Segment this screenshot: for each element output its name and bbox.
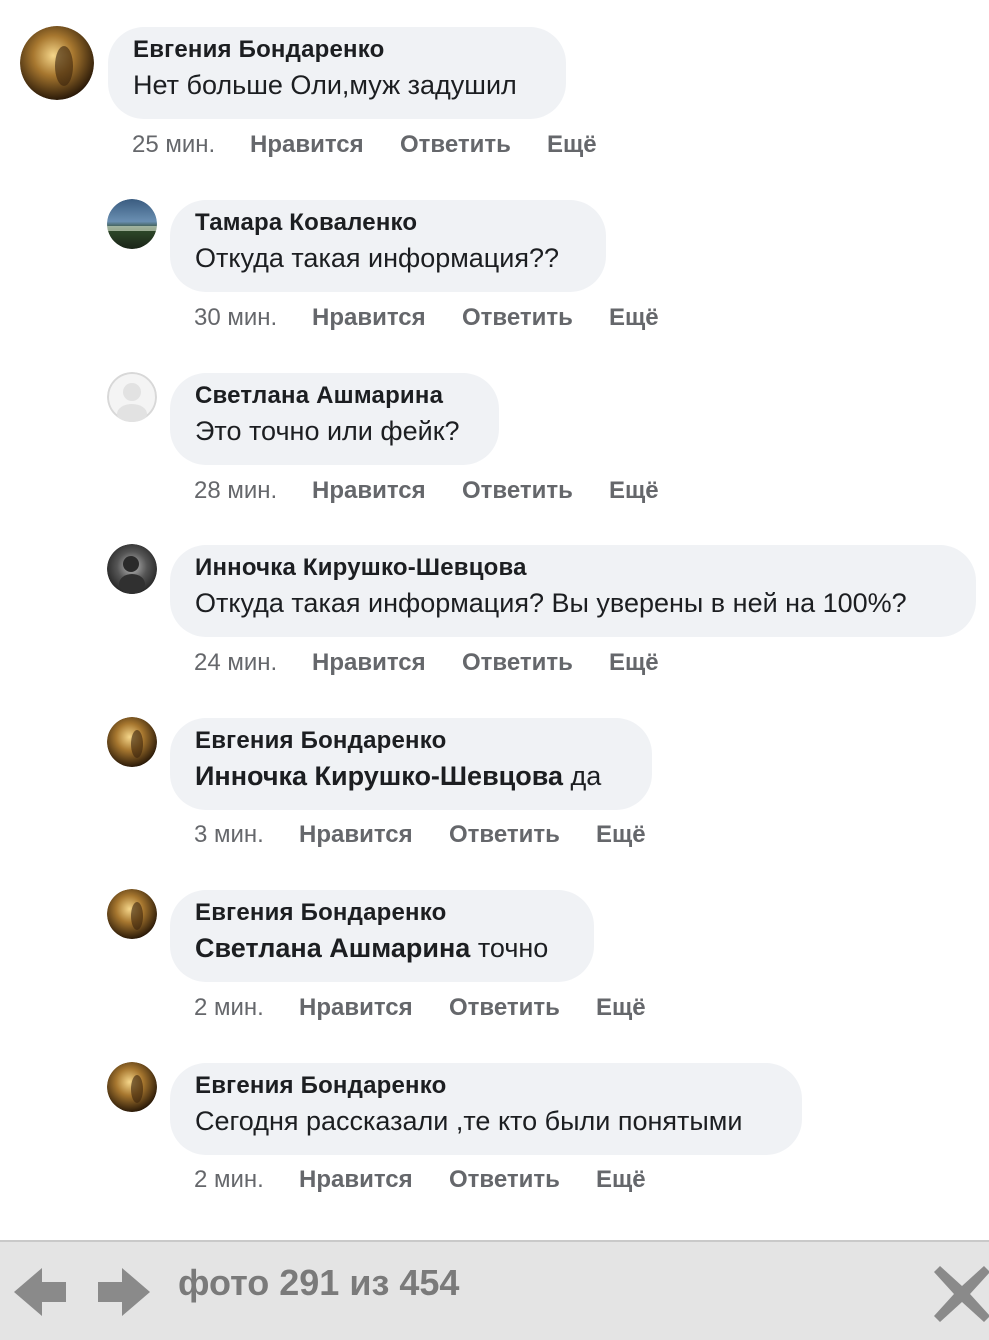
comment-text: Инночка Кирушко-Шевцова да bbox=[195, 759, 627, 793]
comment-text: Нет больше Оли,муж задушил bbox=[133, 68, 541, 102]
reply-button[interactable]: Ответить bbox=[462, 304, 609, 332]
comment-actions: 3 мин. Нравится Ответить Ещё bbox=[194, 821, 646, 849]
avatar[interactable] bbox=[107, 889, 157, 939]
like-button[interactable]: Нравится bbox=[312, 649, 462, 677]
comment-author[interactable]: Инночка Кирушко-Шевцова bbox=[195, 554, 951, 582]
comment-actions: 28 мин. Нравится Ответить Ещё bbox=[194, 477, 659, 505]
comment-time[interactable]: 24 мин. bbox=[194, 649, 312, 677]
comment-author[interactable]: Евгения Бондаренко bbox=[195, 1072, 777, 1100]
comment-author[interactable]: Евгения Бондаренко bbox=[133, 36, 541, 64]
reply-button[interactable]: Ответить bbox=[400, 131, 547, 159]
like-button[interactable]: Нравится bbox=[299, 994, 449, 1022]
comment-actions: 2 мин. Нравится Ответить Ещё bbox=[194, 994, 646, 1022]
more-button[interactable]: Ещё bbox=[596, 1166, 646, 1194]
reply-button[interactable]: Ответить bbox=[449, 821, 596, 849]
comment-actions: 30 мин. Нравится Ответить Ещё bbox=[194, 304, 659, 332]
comment-time[interactable]: 3 мин. bbox=[194, 821, 299, 849]
comment-time[interactable]: 2 мин. bbox=[194, 994, 299, 1022]
comment-body: Нет больше Оли,муж задушил bbox=[133, 70, 517, 100]
comment-body: да bbox=[563, 761, 602, 791]
more-button[interactable]: Ещё bbox=[596, 994, 646, 1022]
comment-text: Откуда такая информация?? bbox=[195, 241, 581, 275]
more-button[interactable]: Ещё bbox=[609, 304, 659, 332]
mention-link[interactable]: Инночка Кирушко-Шевцова bbox=[195, 761, 563, 791]
reply-button[interactable]: Ответить bbox=[462, 477, 609, 505]
avatar[interactable] bbox=[107, 717, 157, 767]
photo-viewer-bar: фото 291 из 454 bbox=[0, 1240, 989, 1340]
avatar[interactable] bbox=[107, 372, 157, 422]
comment-time[interactable]: 30 мин. bbox=[194, 304, 312, 332]
comment-time[interactable]: 28 мин. bbox=[194, 477, 312, 505]
comment-bubble: Евгения Бондаренко Сегодня рассказали ,т… bbox=[170, 1063, 802, 1155]
comment-author[interactable]: Тамара Коваленко bbox=[195, 209, 581, 237]
mention-link[interactable]: Светлана Ашмарина bbox=[195, 933, 470, 963]
reply-button[interactable]: Ответить bbox=[462, 649, 609, 677]
comment-body: Это точно или фейк? bbox=[195, 416, 460, 446]
more-button[interactable]: Ещё bbox=[609, 477, 659, 505]
like-button[interactable]: Нравится bbox=[250, 131, 400, 159]
comment-bubble: Евгения Бондаренко Нет больше Оли,муж за… bbox=[108, 27, 566, 119]
comment-author[interactable]: Евгения Бондаренко bbox=[195, 727, 627, 755]
avatar[interactable] bbox=[107, 544, 157, 594]
comment-bubble: Светлана Ашмарина Это точно или фейк? bbox=[170, 373, 499, 465]
comment-body: Откуда такая информация? Вы уверены в не… bbox=[195, 588, 907, 618]
comment-time[interactable]: 25 мин. bbox=[132, 131, 250, 159]
more-button[interactable]: Ещё bbox=[609, 649, 659, 677]
comment-time[interactable]: 2 мин. bbox=[194, 1166, 299, 1194]
right-arrow-icon[interactable] bbox=[90, 1262, 154, 1322]
comment-body: точно bbox=[470, 933, 549, 963]
comment-bubble: Инночка Кирушко-Шевцова Откуда такая инф… bbox=[170, 545, 976, 637]
comment-text: Сегодня рассказали ,те кто были понятыми bbox=[195, 1104, 777, 1138]
more-button[interactable]: Ещё bbox=[596, 821, 646, 849]
comment-author[interactable]: Евгения Бондаренко bbox=[195, 899, 569, 927]
comment-bubble: Тамара Коваленко Откуда такая информация… bbox=[170, 200, 606, 292]
more-button[interactable]: Ещё bbox=[547, 131, 597, 159]
comment-text: Это точно или фейк? bbox=[195, 414, 474, 448]
avatar[interactable] bbox=[107, 199, 157, 249]
close-icon[interactable] bbox=[932, 1264, 989, 1324]
avatar[interactable] bbox=[20, 26, 94, 100]
comment-actions: 25 мин. Нравится Ответить Ещё bbox=[132, 131, 597, 159]
comment-text: Светлана Ашмарина точно bbox=[195, 931, 569, 965]
reply-button[interactable]: Ответить bbox=[449, 1166, 596, 1194]
comment-bubble: Евгения Бондаренко Светлана Ашмарина точ… bbox=[170, 890, 594, 982]
comment-actions: 2 мин. Нравится Ответить Ещё bbox=[194, 1166, 646, 1194]
comment-text: Откуда такая информация? Вы уверены в не… bbox=[195, 586, 951, 620]
like-button[interactable]: Нравится bbox=[312, 304, 462, 332]
comment-actions: 24 мин. Нравится Ответить Ещё bbox=[194, 649, 659, 677]
comment-body: Откуда такая информация?? bbox=[195, 243, 559, 273]
like-button[interactable]: Нравится bbox=[299, 1166, 449, 1194]
avatar[interactable] bbox=[107, 1062, 157, 1112]
comment-bubble: Евгения Бондаренко Инночка Кирушко-Шевцо… bbox=[170, 718, 652, 810]
left-arrow-icon[interactable] bbox=[10, 1262, 74, 1322]
comment-author[interactable]: Светлана Ашмарина bbox=[195, 382, 474, 410]
like-button[interactable]: Нравится bbox=[299, 821, 449, 849]
reply-button[interactable]: Ответить bbox=[449, 994, 596, 1022]
like-button[interactable]: Нравится bbox=[312, 477, 462, 505]
comment-body: Сегодня рассказали ,те кто были понятыми bbox=[195, 1106, 743, 1136]
photo-counter: фото 291 из 454 bbox=[178, 1262, 460, 1303]
